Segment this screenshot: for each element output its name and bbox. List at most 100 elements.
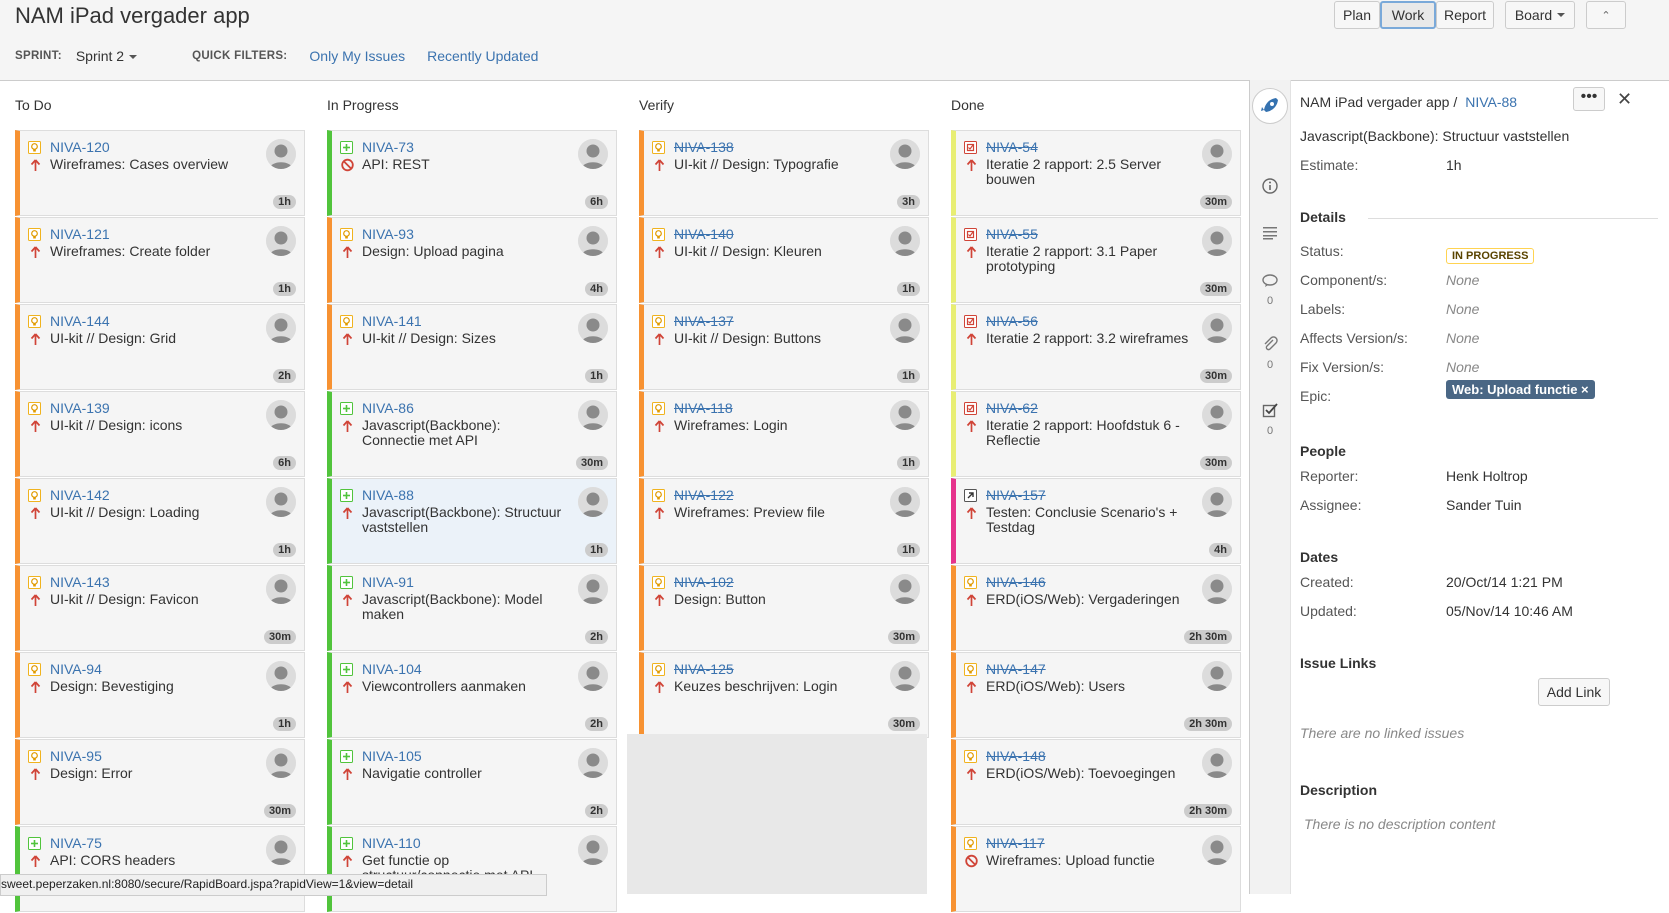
assignee-avatar[interactable] bbox=[890, 139, 920, 169]
labels-value[interactable]: None bbox=[1446, 301, 1479, 317]
assignee-avatar[interactable] bbox=[578, 400, 608, 430]
sprint-dropdown[interactable]: Sprint 2 bbox=[76, 48, 138, 64]
nav-attachments[interactable]: 0 bbox=[1250, 336, 1290, 371]
issue-key[interactable]: NIVA-93 bbox=[362, 226, 414, 242]
issue-card[interactable]: NIVA-93 Design: Upload pagina 4h bbox=[327, 217, 617, 303]
issue-card[interactable]: NIVA-121 Wireframes: Create folder 1h bbox=[15, 217, 305, 303]
issue-key[interactable]: NIVA-146 bbox=[986, 574, 1046, 590]
issue-card[interactable]: NIVA-88 Javascript(Backbone): Structuur v… bbox=[327, 478, 617, 564]
issue-card[interactable]: NIVA-54 Iteratie 2 rapport: 2.5 Server bo… bbox=[951, 130, 1241, 216]
issue-key[interactable]: NIVA-110 bbox=[362, 835, 421, 851]
assignee-value[interactable]: Sander Tuin bbox=[1446, 497, 1522, 513]
issue-card[interactable]: NIVA-110Get functie op structuur/connect… bbox=[327, 826, 617, 912]
breadcrumb-project[interactable]: NAM iPad vergader app bbox=[1300, 94, 1449, 110]
assignee-avatar[interactable] bbox=[266, 226, 296, 256]
issue-card[interactable]: NIVA-105 Navigatie controller 2h bbox=[327, 739, 617, 825]
issue-card[interactable]: NIVA-117 Wireframes: Upload functie bbox=[951, 826, 1241, 912]
assignee-avatar[interactable] bbox=[890, 574, 920, 604]
nav-details[interactable] bbox=[1250, 178, 1290, 199]
issue-key[interactable]: NIVA-120 bbox=[50, 139, 110, 155]
work-button[interactable]: Work bbox=[1380, 1, 1436, 29]
breadcrumb-issue-key[interactable]: NIVA-88 bbox=[1465, 94, 1517, 110]
issue-key[interactable]: NIVA-147 bbox=[986, 661, 1046, 677]
issue-key[interactable]: NIVA-122 bbox=[674, 487, 734, 503]
issue-key[interactable]: NIVA-88 bbox=[362, 487, 414, 503]
issue-key[interactable]: NIVA-139 bbox=[50, 400, 110, 416]
epic-badge[interactable]: Web: Upload functie × bbox=[1446, 380, 1595, 399]
assignee-avatar[interactable] bbox=[1202, 313, 1232, 343]
assignee-avatar[interactable] bbox=[1202, 226, 1232, 256]
assignee-avatar[interactable] bbox=[1202, 835, 1232, 865]
filter-recently-updated[interactable]: Recently Updated bbox=[427, 48, 538, 64]
assignee-avatar[interactable] bbox=[1202, 661, 1232, 691]
issue-key[interactable]: NIVA-148 bbox=[986, 748, 1046, 764]
issue-key[interactable]: NIVA-73 bbox=[362, 139, 414, 155]
issue-card[interactable]: NIVA-94 Design: Bevestiging 1h bbox=[15, 652, 305, 738]
issue-key[interactable]: NIVA-91 bbox=[362, 574, 414, 590]
issue-key[interactable]: NIVA-140 bbox=[674, 226, 734, 242]
issue-card[interactable]: NIVA-102 Design: Button 30m bbox=[639, 565, 929, 651]
issue-key[interactable]: NIVA-94 bbox=[50, 661, 102, 677]
components-value[interactable]: None bbox=[1446, 272, 1479, 288]
issue-card[interactable]: NIVA-138 UI-kit // Design: Typografie 3h bbox=[639, 130, 929, 216]
issue-key[interactable]: NIVA-104 bbox=[362, 661, 422, 677]
assignee-avatar[interactable] bbox=[266, 139, 296, 169]
assignee-avatar[interactable] bbox=[1202, 400, 1232, 430]
issue-key[interactable]: NIVA-121 bbox=[50, 226, 110, 242]
plan-button[interactable]: Plan bbox=[1334, 1, 1380, 29]
issue-key[interactable]: NIVA-137 bbox=[674, 313, 734, 329]
issue-card[interactable]: NIVA-86 Javascript(Backbone): Connectie m… bbox=[327, 391, 617, 477]
issue-key[interactable]: NIVA-143 bbox=[50, 574, 110, 590]
issue-card[interactable]: NIVA-122 Wireframes: Preview file 1h bbox=[639, 478, 929, 564]
issue-key[interactable]: NIVA-56 bbox=[986, 313, 1038, 329]
issue-key[interactable]: NIVA-105 bbox=[362, 748, 422, 764]
more-actions-button[interactable]: ••• bbox=[1573, 87, 1605, 111]
issue-key[interactable]: NIVA-118 bbox=[674, 400, 733, 416]
assignee-avatar[interactable] bbox=[890, 313, 920, 343]
issue-key[interactable]: NIVA-117 bbox=[986, 835, 1045, 851]
issue-card[interactable]: NIVA-140 UI-kit // Design: Kleuren 1h bbox=[639, 217, 929, 303]
issue-key[interactable]: NIVA-138 bbox=[674, 139, 734, 155]
assignee-avatar[interactable] bbox=[578, 139, 608, 169]
assignee-avatar[interactable] bbox=[578, 574, 608, 604]
issue-summary[interactable]: Javascript(Backbone): Structuur vaststel… bbox=[1300, 128, 1569, 144]
assignee-avatar[interactable] bbox=[890, 661, 920, 691]
assignee-avatar[interactable] bbox=[1202, 574, 1232, 604]
issue-card[interactable]: NIVA-148 ERD(iOS/Web): Toevoegingen 2h 30m bbox=[951, 739, 1241, 825]
issue-card[interactable]: NIVA-73 API: REST 6h bbox=[327, 130, 617, 216]
issue-key[interactable]: NIVA-54 bbox=[986, 139, 1038, 155]
assignee-avatar[interactable] bbox=[1202, 487, 1232, 517]
issue-key[interactable]: NIVA-157 bbox=[986, 487, 1046, 503]
issue-card[interactable]: NIVA-62 Iteratie 2 rapport: Hoofdstuk 6 -… bbox=[951, 391, 1241, 477]
issue-key[interactable]: NIVA-55 bbox=[986, 226, 1038, 242]
filter-only-my-issues[interactable]: Only My Issues bbox=[309, 48, 405, 64]
issue-key[interactable]: NIVA-95 bbox=[50, 748, 102, 764]
assignee-avatar[interactable] bbox=[578, 313, 608, 343]
assignee-avatar[interactable] bbox=[266, 574, 296, 604]
nav-comments[interactable]: 0 bbox=[1250, 274, 1290, 307]
issue-card[interactable]: NIVA-120 Wireframes: Cases overview 1h bbox=[15, 130, 305, 216]
assignee-avatar[interactable] bbox=[578, 748, 608, 778]
assignee-avatar[interactable] bbox=[266, 313, 296, 343]
issue-card[interactable]: NIVA-75 API: CORS headers bbox=[15, 826, 305, 912]
assignee-avatar[interactable] bbox=[266, 400, 296, 430]
issue-key[interactable]: NIVA-125 bbox=[674, 661, 734, 677]
issue-card[interactable]: NIVA-137 UI-kit // Design: Buttons 1h bbox=[639, 304, 929, 390]
issue-key[interactable]: NIVA-141 bbox=[362, 313, 422, 329]
issue-key[interactable]: NIVA-144 bbox=[50, 313, 110, 329]
nav-subtasks[interactable]: 0 bbox=[1250, 402, 1290, 437]
assignee-avatar[interactable] bbox=[1202, 139, 1232, 169]
assignee-avatar[interactable] bbox=[890, 487, 920, 517]
assignee-avatar[interactable] bbox=[578, 835, 608, 865]
issue-card[interactable]: NIVA-91 Javascript(Backbone): Model maken… bbox=[327, 565, 617, 651]
nav-description[interactable] bbox=[1250, 226, 1290, 245]
report-button[interactable]: Report bbox=[1436, 1, 1494, 29]
issue-key[interactable]: NIVA-75 bbox=[50, 835, 102, 851]
assignee-avatar[interactable] bbox=[1202, 748, 1232, 778]
estimate-value[interactable]: 1h bbox=[1446, 157, 1462, 173]
issue-card[interactable]: NIVA-147 ERD(iOS/Web): Users 2h 30m bbox=[951, 652, 1241, 738]
assignee-avatar[interactable] bbox=[890, 226, 920, 256]
assignee-avatar[interactable] bbox=[266, 835, 296, 865]
assignee-avatar[interactable] bbox=[890, 400, 920, 430]
issue-card[interactable]: NIVA-139 UI-kit // Design: icons 6h bbox=[15, 391, 305, 477]
